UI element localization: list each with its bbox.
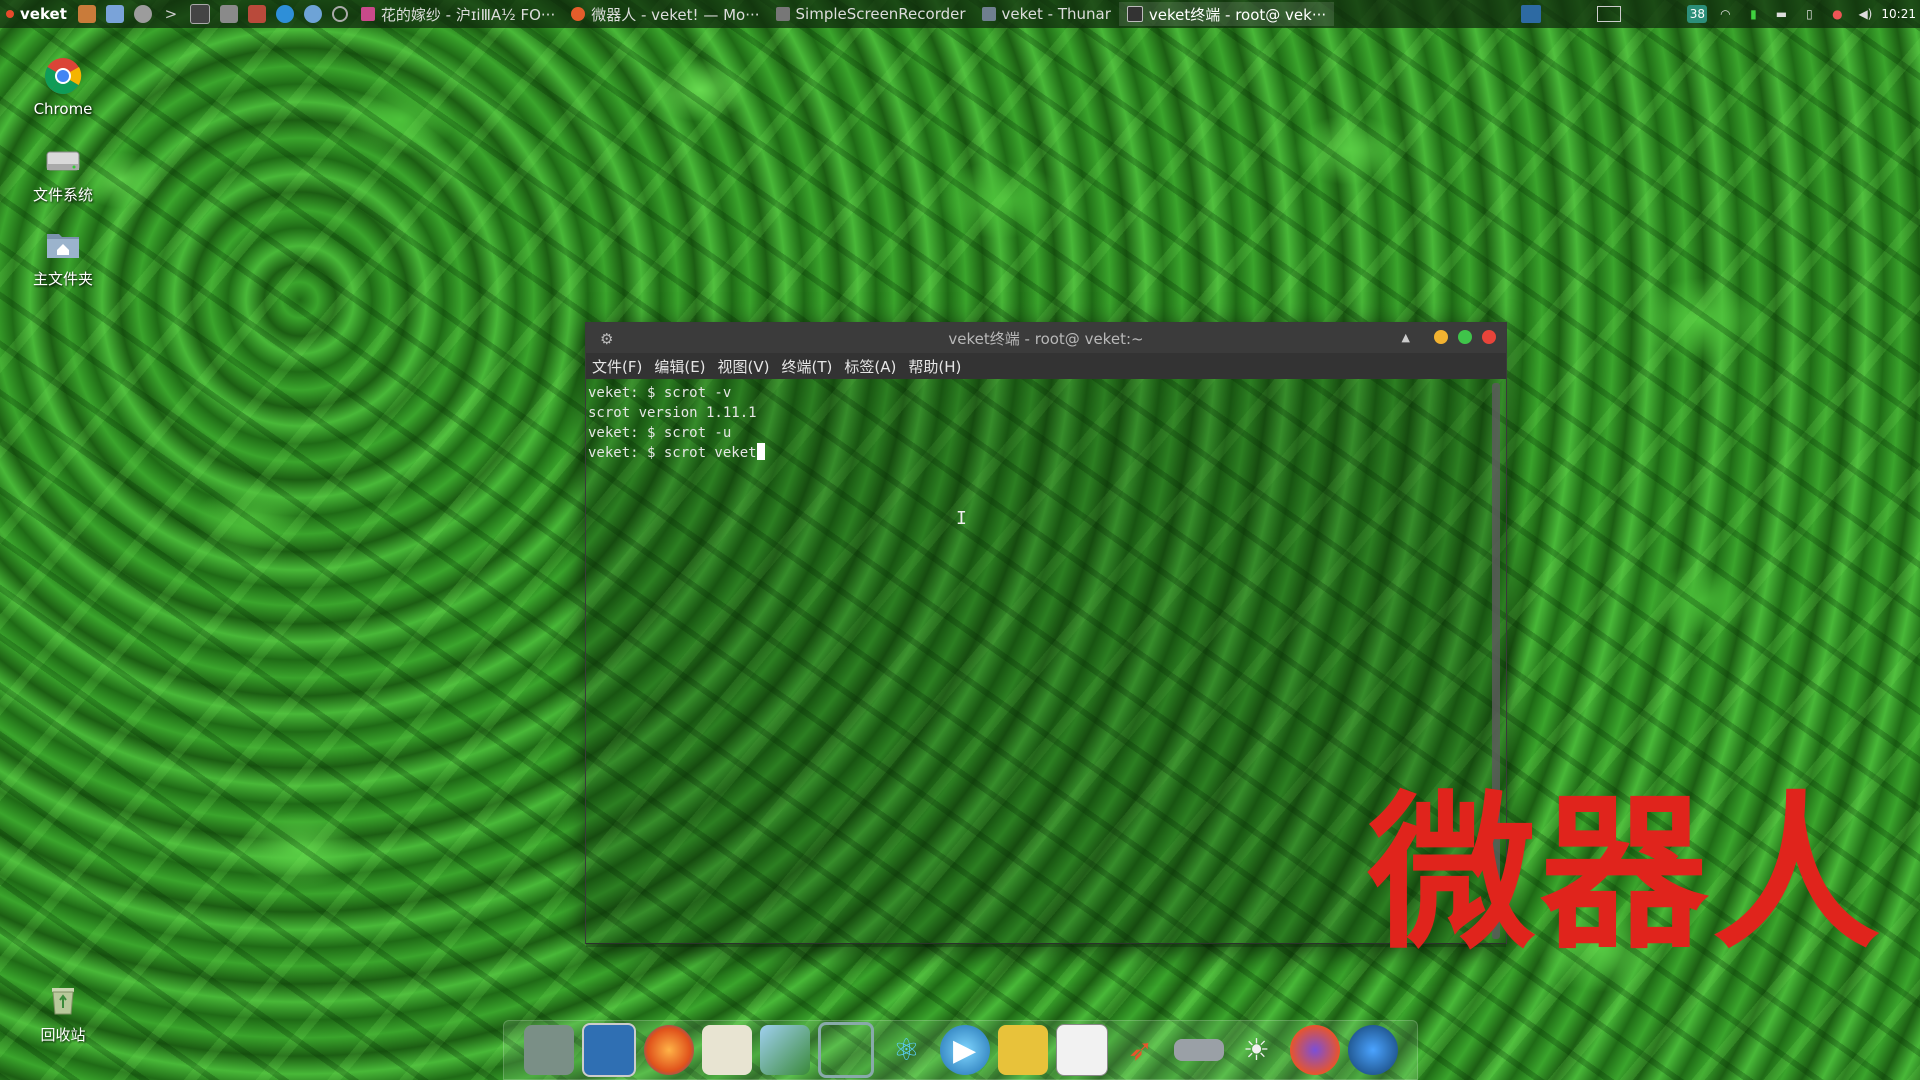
task-app-icon [571, 7, 586, 21]
desktop-icon-label: Chrome [33, 100, 93, 118]
task-app-icon [981, 7, 996, 21]
ibeam-cursor-icon: I [956, 508, 967, 529]
dock: ⚛ ▶ ➶ ☀ [503, 1020, 1418, 1080]
tray-spacer [1549, 5, 1589, 23]
monitor-launcher-icon[interactable] [105, 5, 124, 23]
screenshot-launcher-icon[interactable] [247, 5, 266, 23]
home-folder-icon [43, 224, 83, 264]
close-button[interactable] [1482, 330, 1496, 344]
terminal-menubar: 文件(F) 编辑(E) 视图(V) 终端(T) 标签(A) 帮助(H) [586, 353, 1506, 379]
task-label: veket终端 - root@ vek··· [1148, 5, 1327, 24]
terminal-line: scrot version 1.11.1 [588, 405, 757, 421]
task-terminal[interactable]: veket终端 - root@ vek··· [1118, 2, 1335, 26]
keyboard-icon[interactable]: ▬ [1771, 5, 1791, 23]
task-label: SimpleScreenRecorder [795, 5, 966, 23]
rocket-icon[interactable]: ➶ [1116, 1025, 1166, 1075]
task-label: 花的嫁纱 - 沪ɪiⅢA½ FO··· [380, 5, 556, 24]
task-app-icon [360, 7, 375, 21]
trash-icon [43, 980, 83, 1020]
minimize-button[interactable] [1434, 330, 1448, 344]
menu-terminal[interactable]: 终端(T) [782, 356, 833, 377]
firefox-icon[interactable] [643, 1025, 694, 1075]
microphone-icon[interactable]: ● [1827, 5, 1847, 23]
maximize-button[interactable] [1458, 330, 1472, 344]
monitor-icon[interactable] [581, 1023, 636, 1077]
wifi-icon[interactable]: ◠ [1715, 5, 1735, 23]
editor-icon[interactable] [701, 1025, 752, 1075]
globe-icon[interactable] [1347, 1025, 1398, 1075]
desktop-icon-label: 主文件夹 [32, 270, 93, 288]
brightness-icon[interactable]: ☀ [1232, 1025, 1282, 1075]
browser-launcher-icon[interactable] [303, 5, 322, 23]
desktop-icon[interactable] [523, 1025, 574, 1075]
drive-icon [43, 140, 83, 180]
task-screen-recorder[interactable]: SimpleScreenRecorder [768, 2, 974, 26]
clipboard-icon[interactable]: ▯ [1799, 5, 1819, 23]
desktop: veket > 花的嫁纱 - 沪ɪiⅢA½ FO··· 微器人 - veket!… [0, 0, 1920, 1080]
desktop-icon-chrome[interactable]: Chrome [8, 56, 118, 118]
start-menu-icon [6, 10, 14, 18]
printer-launcher-icon[interactable] [219, 5, 238, 23]
battery-badge[interactable]: 38 [1687, 5, 1708, 23]
system-tray: 38 ◠ ▮ ▬ ▯ ● ◀) 10:21 [1517, 0, 1920, 28]
record-launcher-icon[interactable] [331, 6, 348, 22]
text-cursor [756, 443, 765, 460]
menu-edit[interactable]: 编辑(E) [654, 356, 705, 377]
desktop-icon-label: 文件系统 [32, 186, 93, 204]
window-icon[interactable] [1597, 6, 1622, 22]
shade-icon[interactable]: ▲ [1402, 331, 1410, 344]
task-label: 微器人 - veket! — Mo··· [591, 5, 760, 24]
menu-tabs[interactable]: 标签(A) [844, 356, 896, 377]
terminal-icon [1126, 6, 1143, 22]
terminal-launcher-icon[interactable] [189, 4, 210, 24]
media-player-icon[interactable]: ▶ [939, 1025, 990, 1075]
desktop-icon-label: 回收站 [40, 1026, 86, 1044]
menu-view[interactable]: 视图(V) [718, 356, 770, 377]
terminal-command: veket: $ scrot veket [588, 445, 757, 461]
start-menu-label: veket [20, 5, 67, 23]
terminal-line: veket: $ scrot -v [588, 385, 732, 401]
notes-icon[interactable] [997, 1025, 1048, 1075]
terminal-title: veket终端 - root@ veket:~ [948, 329, 1144, 348]
menu-file[interactable]: 文件(F) [592, 356, 642, 377]
image-viewer-icon[interactable] [759, 1025, 810, 1075]
chrome-icon [43, 56, 83, 96]
firefox-icon[interactable] [1289, 1025, 1340, 1075]
task-flower[interactable]: 花的嫁纱 - 沪ɪiⅢA½ FO··· [353, 2, 563, 26]
terminal-line: veket: $ scrot -u [588, 425, 732, 441]
arrow-launcher-icon[interactable]: > [162, 5, 180, 23]
desktop-icon-trash[interactable]: 回收站 [8, 980, 118, 1045]
network-icon[interactable] [817, 1022, 874, 1078]
folder-launcher-icon[interactable] [77, 5, 96, 23]
menu-help[interactable]: 帮助(H) [908, 356, 961, 377]
top-panel: veket > 花的嫁纱 - 沪ɪiⅢA½ FO··· 微器人 - veket!… [0, 0, 1920, 28]
atom-icon[interactable]: ⚛ [882, 1025, 932, 1075]
watermark-text: 微器人 [1368, 776, 1884, 972]
presentation-icon[interactable] [1055, 1024, 1108, 1076]
settings-launcher-icon[interactable] [133, 5, 152, 23]
drive-icon[interactable] [1173, 1039, 1224, 1061]
network-icon[interactable]: ▮ [1743, 5, 1763, 23]
screen-icon[interactable] [1521, 5, 1542, 23]
clock[interactable]: 10:21 [1879, 7, 1920, 21]
desktop-icon-filesystem[interactable]: 文件系统 [8, 140, 118, 205]
volume-icon[interactable]: ◀) [1855, 5, 1875, 23]
task-thunar[interactable]: veket - Thunar [974, 2, 1119, 26]
tray-spacer [1629, 5, 1679, 23]
terminal-titlebar[interactable]: ⚙ veket终端 - root@ veket:~ ▲ [586, 323, 1506, 353]
terminal-input-line[interactable]: veket: $ scrot veket [588, 443, 1506, 463]
gear-icon[interactable]: ⚙ [600, 330, 613, 348]
desktop-icon-home[interactable]: 主文件夹 [8, 224, 118, 289]
task-app-icon [775, 7, 790, 21]
clock-launcher-icon[interactable] [275, 5, 294, 23]
task-label: veket - Thunar [1001, 5, 1111, 23]
window-controls: ▲ [1402, 330, 1496, 344]
start-menu-button[interactable]: veket [0, 0, 73, 28]
task-weiqiren[interactable]: 微器人 - veket! — Mo··· [563, 2, 767, 26]
